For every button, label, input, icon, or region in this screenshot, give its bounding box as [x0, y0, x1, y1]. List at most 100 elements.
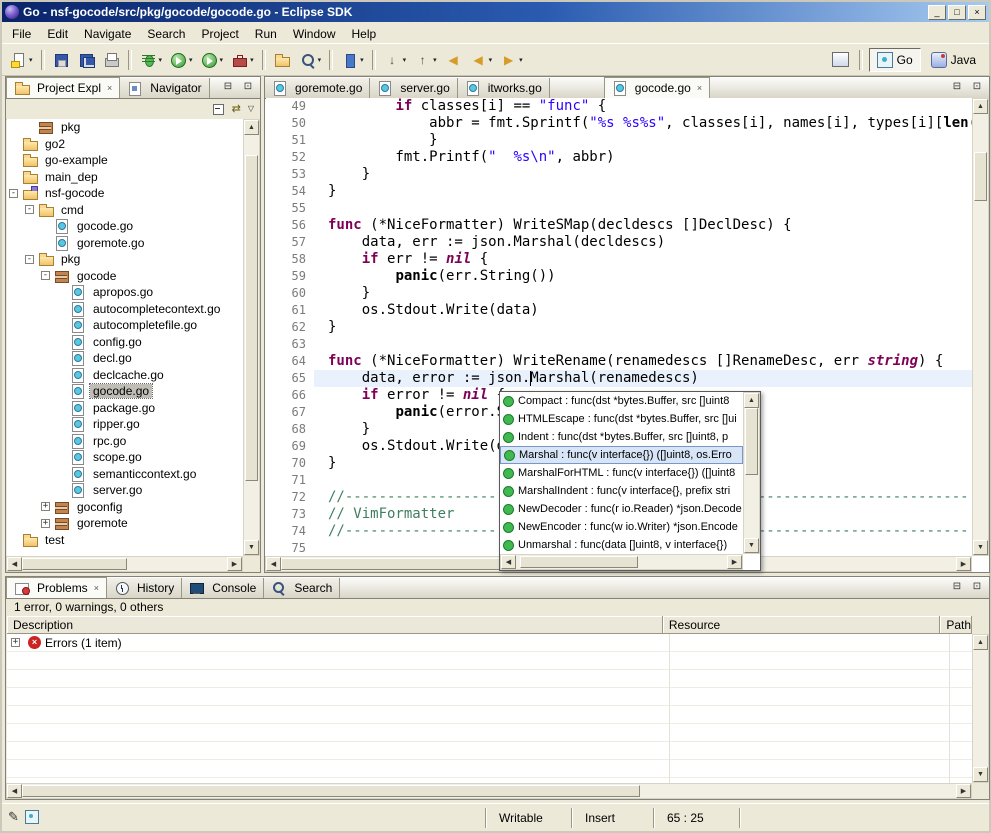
tree-item-go-example[interactable]: go-example — [7, 152, 243, 169]
maximize-view-icon[interactable]: ⊡ — [239, 79, 257, 95]
code-line[interactable]: 62} — [266, 319, 972, 336]
tree-item-goremote[interactable]: +goremote — [7, 515, 243, 532]
close-icon[interactable]: × — [107, 83, 112, 93]
scroll-down-icon[interactable]: ▼ — [973, 767, 988, 782]
maximize-view-icon[interactable]: ⊡ — [968, 579, 986, 595]
collapse-icon[interactable]: - — [25, 255, 34, 264]
editor-tab-itworks-go[interactable]: itworks.go — [458, 78, 550, 98]
code-line[interactable]: 55 — [266, 200, 972, 217]
run-button[interactable]: ▾ — [167, 48, 196, 72]
search-button[interactable]: ▾ — [296, 48, 325, 72]
code-line[interactable]: 53 } — [266, 166, 972, 183]
code-line[interactable]: 56func (*NiceFormatter) WriteSMap(declde… — [266, 217, 972, 234]
tree-item-gocode-go[interactable]: gocode.go — [7, 218, 243, 235]
tree-item-decl-go[interactable]: decl.go — [7, 350, 243, 367]
code-line[interactable]: 57 data, err := json.Marshal(decldescs) — [266, 234, 972, 251]
save-button[interactable] — [50, 48, 73, 72]
code-line[interactable]: 59 panic(err.String()) — [266, 268, 972, 285]
completion-item[interactable]: Unmarshal : func(data []uint8, v interfa… — [500, 536, 743, 554]
scroll-right-icon[interactable]: ▶ — [227, 557, 242, 571]
code-line[interactable]: 49 if classes[i] == "func" { — [266, 98, 972, 115]
completion-item[interactable]: Marshal : func(v interface{}) ([]uint8, … — [500, 446, 743, 464]
code-line[interactable]: 64func (*NiceFormatter) WriteRename(rena… — [266, 353, 972, 370]
new-button[interactable]: ▾ — [7, 48, 36, 72]
problems-vertical-scrollbar[interactable]: ▲▼ — [972, 634, 989, 783]
completion-item[interactable]: Compact : func(dst *bytes.Buffer, src []… — [500, 392, 743, 410]
tree-item-goremote-go[interactable]: goremote.go — [7, 235, 243, 252]
close-button[interactable]: × — [968, 5, 986, 20]
close-icon[interactable]: × — [94, 583, 99, 593]
scroll-down-icon[interactable]: ▼ — [244, 540, 259, 555]
collapse-all-button[interactable] — [209, 101, 227, 116]
collapse-icon[interactable]: - — [25, 205, 34, 214]
new-go-element-button[interactable] — [271, 48, 294, 72]
link-with-editor-button[interactable]: ⇄ — [230, 101, 243, 116]
code-line[interactable]: 63 — [266, 336, 972, 353]
scroll-left-icon[interactable]: ◀ — [7, 784, 22, 798]
completion-item[interactable]: HTMLEscape : func(dst *bytes.Buffer, src… — [500, 410, 743, 428]
tree-item-scope-go[interactable]: scope.go — [7, 449, 243, 466]
completion-item[interactable]: MarshalIndent : func(v interface{}, pref… — [500, 482, 743, 500]
column-header-path[interactable]: Path — [940, 616, 972, 633]
next-annotation-button[interactable]: ↓▾ — [381, 48, 410, 72]
expand-icon[interactable]: + — [11, 638, 20, 647]
problems-horizontal-scrollbar[interactable]: ◀▶ — [6, 783, 972, 799]
menu-window[interactable]: Window — [285, 25, 344, 43]
menu-help[interactable]: Help — [344, 25, 385, 43]
external-tools-button[interactable]: ▾ — [228, 48, 257, 72]
scroll-left-icon[interactable]: ◀ — [266, 557, 281, 571]
scroll-right-icon[interactable]: ▶ — [956, 557, 971, 571]
tree-item-pkg[interactable]: pkg — [7, 119, 243, 136]
tree-item-rpc-go[interactable]: rpc.go — [7, 433, 243, 450]
bookmark-button[interactable]: ▾ — [338, 48, 367, 72]
minimize-view-icon[interactable]: ⊟ — [948, 79, 966, 95]
collapse-icon[interactable]: - — [41, 271, 50, 280]
code-line[interactable]: 61 os.Stdout.Write(data) — [266, 302, 972, 319]
tree-item-go2[interactable]: go2 — [7, 136, 243, 153]
tree-item-package-go[interactable]: package.go — [7, 400, 243, 417]
scroll-up-icon[interactable]: ▲ — [973, 99, 988, 114]
maximize-button[interactable]: □ — [948, 5, 966, 20]
tree-item-ripper-go[interactable]: ripper.go — [7, 416, 243, 433]
code-line[interactable]: 65 data, error := json.Marshal(renamedes… — [266, 370, 972, 387]
view-menu-button[interactable]: ▽ — [246, 103, 256, 114]
tree-item-declcache-go[interactable]: declcache.go — [7, 367, 243, 384]
completion-item[interactable]: NewEncoder : func(w io.Writer) *json.Enc… — [500, 518, 743, 536]
scroll-down-icon[interactable]: ▼ — [744, 538, 759, 553]
minimize-view-icon[interactable]: ⊟ — [219, 79, 237, 95]
tab-console[interactable]: Console — [182, 578, 264, 598]
tree-item-cmd[interactable]: -cmd — [7, 202, 243, 219]
project-tree[interactable]: pkggo2go-examplemain_dep-nsf-gocode-cmdg… — [7, 119, 243, 556]
tab-project-expl[interactable]: Project Expl× — [6, 77, 120, 98]
editor-tab-server-go[interactable]: server.go — [370, 78, 457, 98]
completion-item[interactable]: MarshalForHTML : func(v interface{}) ([]… — [500, 464, 743, 482]
minimize-view-icon[interactable]: ⊟ — [948, 579, 966, 595]
completion-item[interactable]: Indent : func(dst *bytes.Buffer, src []u… — [500, 428, 743, 446]
menu-file[interactable]: File — [4, 25, 39, 43]
save-all-button[interactable] — [75, 48, 98, 72]
scroll-up-icon[interactable]: ▲ — [744, 393, 759, 408]
editor-tab-gocode-go[interactable]: gocode.go× — [604, 77, 710, 98]
menu-search[interactable]: Search — [139, 25, 193, 43]
forward-button[interactable]: ▶▾ — [497, 48, 526, 72]
scroll-up-icon[interactable]: ▲ — [244, 120, 259, 135]
scroll-left-icon[interactable]: ◀ — [501, 555, 516, 569]
scroll-right-icon[interactable]: ▶ — [956, 784, 971, 798]
tree-item-config-go[interactable]: config.go — [7, 334, 243, 351]
perspective-go[interactable]: Go — [869, 48, 921, 72]
scrollbar-thumb[interactable] — [22, 558, 127, 570]
code-line[interactable]: 58 if err != nil { — [266, 251, 972, 268]
scrollbar-thumb[interactable] — [22, 785, 640, 797]
minimize-button[interactable]: _ — [928, 5, 946, 20]
collapse-icon[interactable]: - — [9, 189, 18, 198]
scrollbar-thumb[interactable] — [245, 155, 258, 481]
scroll-left-icon[interactable]: ◀ — [7, 557, 22, 571]
back-button[interactable]: ◀▾ — [467, 48, 496, 72]
last-edit-location-button[interactable]: ◀ — [442, 48, 465, 72]
tree-item-autocompletecontext-go[interactable]: autocompletecontext.go — [7, 301, 243, 318]
explorer-horizontal-scrollbar[interactable]: ◀▶ — [6, 556, 243, 572]
debug-button[interactable]: ▾ — [137, 48, 166, 72]
completion-item[interactable]: NewDecoder : func(r io.Reader) *json.Dec… — [500, 500, 743, 518]
editor-tab-goremote-go[interactable]: goremote.go — [265, 78, 370, 98]
maximize-view-icon[interactable]: ⊡ — [968, 79, 986, 95]
